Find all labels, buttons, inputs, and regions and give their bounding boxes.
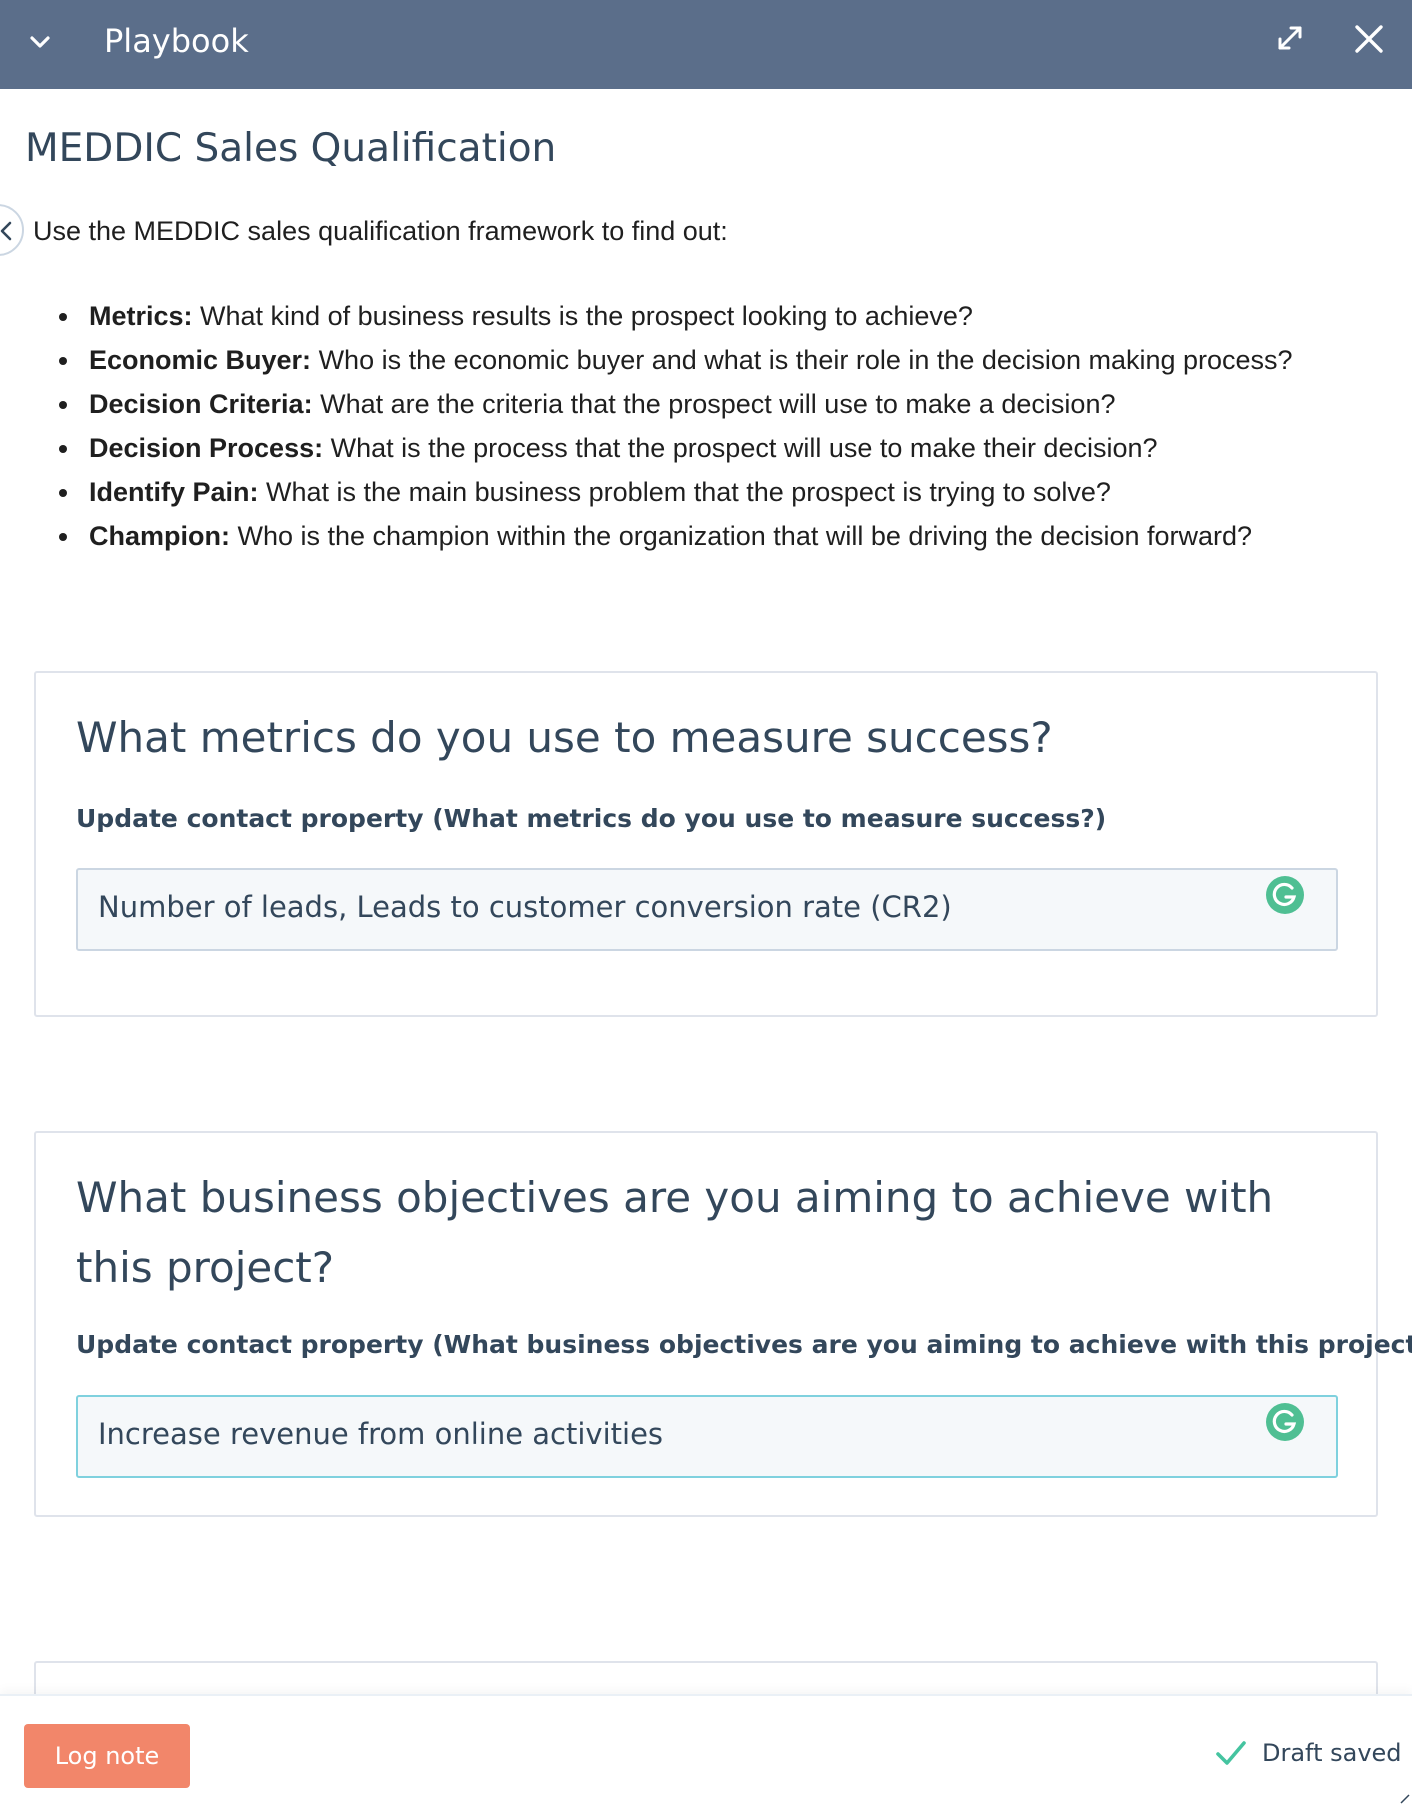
question-heading: What metrics do you use to measure succe… [76, 713, 1053, 762]
property-label: Update contact property (What business o… [76, 1330, 1412, 1359]
grammarly-icon[interactable] [1265, 875, 1305, 915]
objectives-input[interactable]: Increase revenue from online activities [76, 1395, 1338, 1478]
intro-text: Use the MEDDIC sales qualification frame… [33, 216, 728, 246]
question-heading: What business objectives are you aiming … [76, 1173, 1274, 1292]
draft-status-text: Draft saved [1262, 1739, 1402, 1767]
draft-status: Draft saved [1214, 1736, 1402, 1770]
playbook-header: Playbook [0, 0, 1412, 89]
header-title: Playbook [104, 22, 249, 60]
list-item: Decision Process: What is the process th… [56, 426, 1396, 470]
playbook-content[interactable]: MEDDIC Sales Qualification Use the MEDDI… [0, 89, 1412, 1694]
list-item: Decision Criteria: What are the criteria… [56, 382, 1396, 426]
meddic-list: Metrics: What kind of business results i… [56, 294, 1396, 558]
chevron-down-icon[interactable] [24, 26, 56, 58]
page-title: MEDDIC Sales Qualification [25, 126, 557, 171]
side-collapse-tab[interactable] [0, 204, 24, 256]
input-value: Increase revenue from online activities [98, 1417, 664, 1451]
list-item: Identify Pain: What is the main business… [56, 470, 1396, 514]
metrics-input[interactable]: Number of leads, Leads to customer conve… [76, 868, 1338, 951]
checkmark-icon [1216, 1741, 1246, 1765]
question-card-next [34, 1661, 1378, 1694]
question-card-metrics: What metrics do you use to measure succe… [34, 671, 1378, 1017]
question-card-objectives: What business objectives are you aiming … [34, 1131, 1412, 1517]
list-item: Champion: Who is the champion within the… [56, 514, 1396, 558]
list-item: Economic Buyer: Who is the economic buye… [56, 338, 1396, 382]
list-item: Metrics: What kind of business results i… [56, 294, 1396, 338]
log-note-button[interactable]: Log note [24, 1724, 190, 1788]
property-label: Update contact property (What metrics do… [76, 804, 1107, 833]
close-icon[interactable] [1352, 22, 1386, 56]
grammarly-icon[interactable] [1265, 1402, 1305, 1442]
resize-handle-icon[interactable] [1400, 1794, 1410, 1804]
chevron-left-icon [0, 221, 12, 241]
input-value: Number of leads, Leads to customer conve… [98, 890, 952, 924]
expand-icon[interactable] [1274, 22, 1306, 54]
footer-bar: Log note Draft saved [0, 1694, 1412, 1808]
